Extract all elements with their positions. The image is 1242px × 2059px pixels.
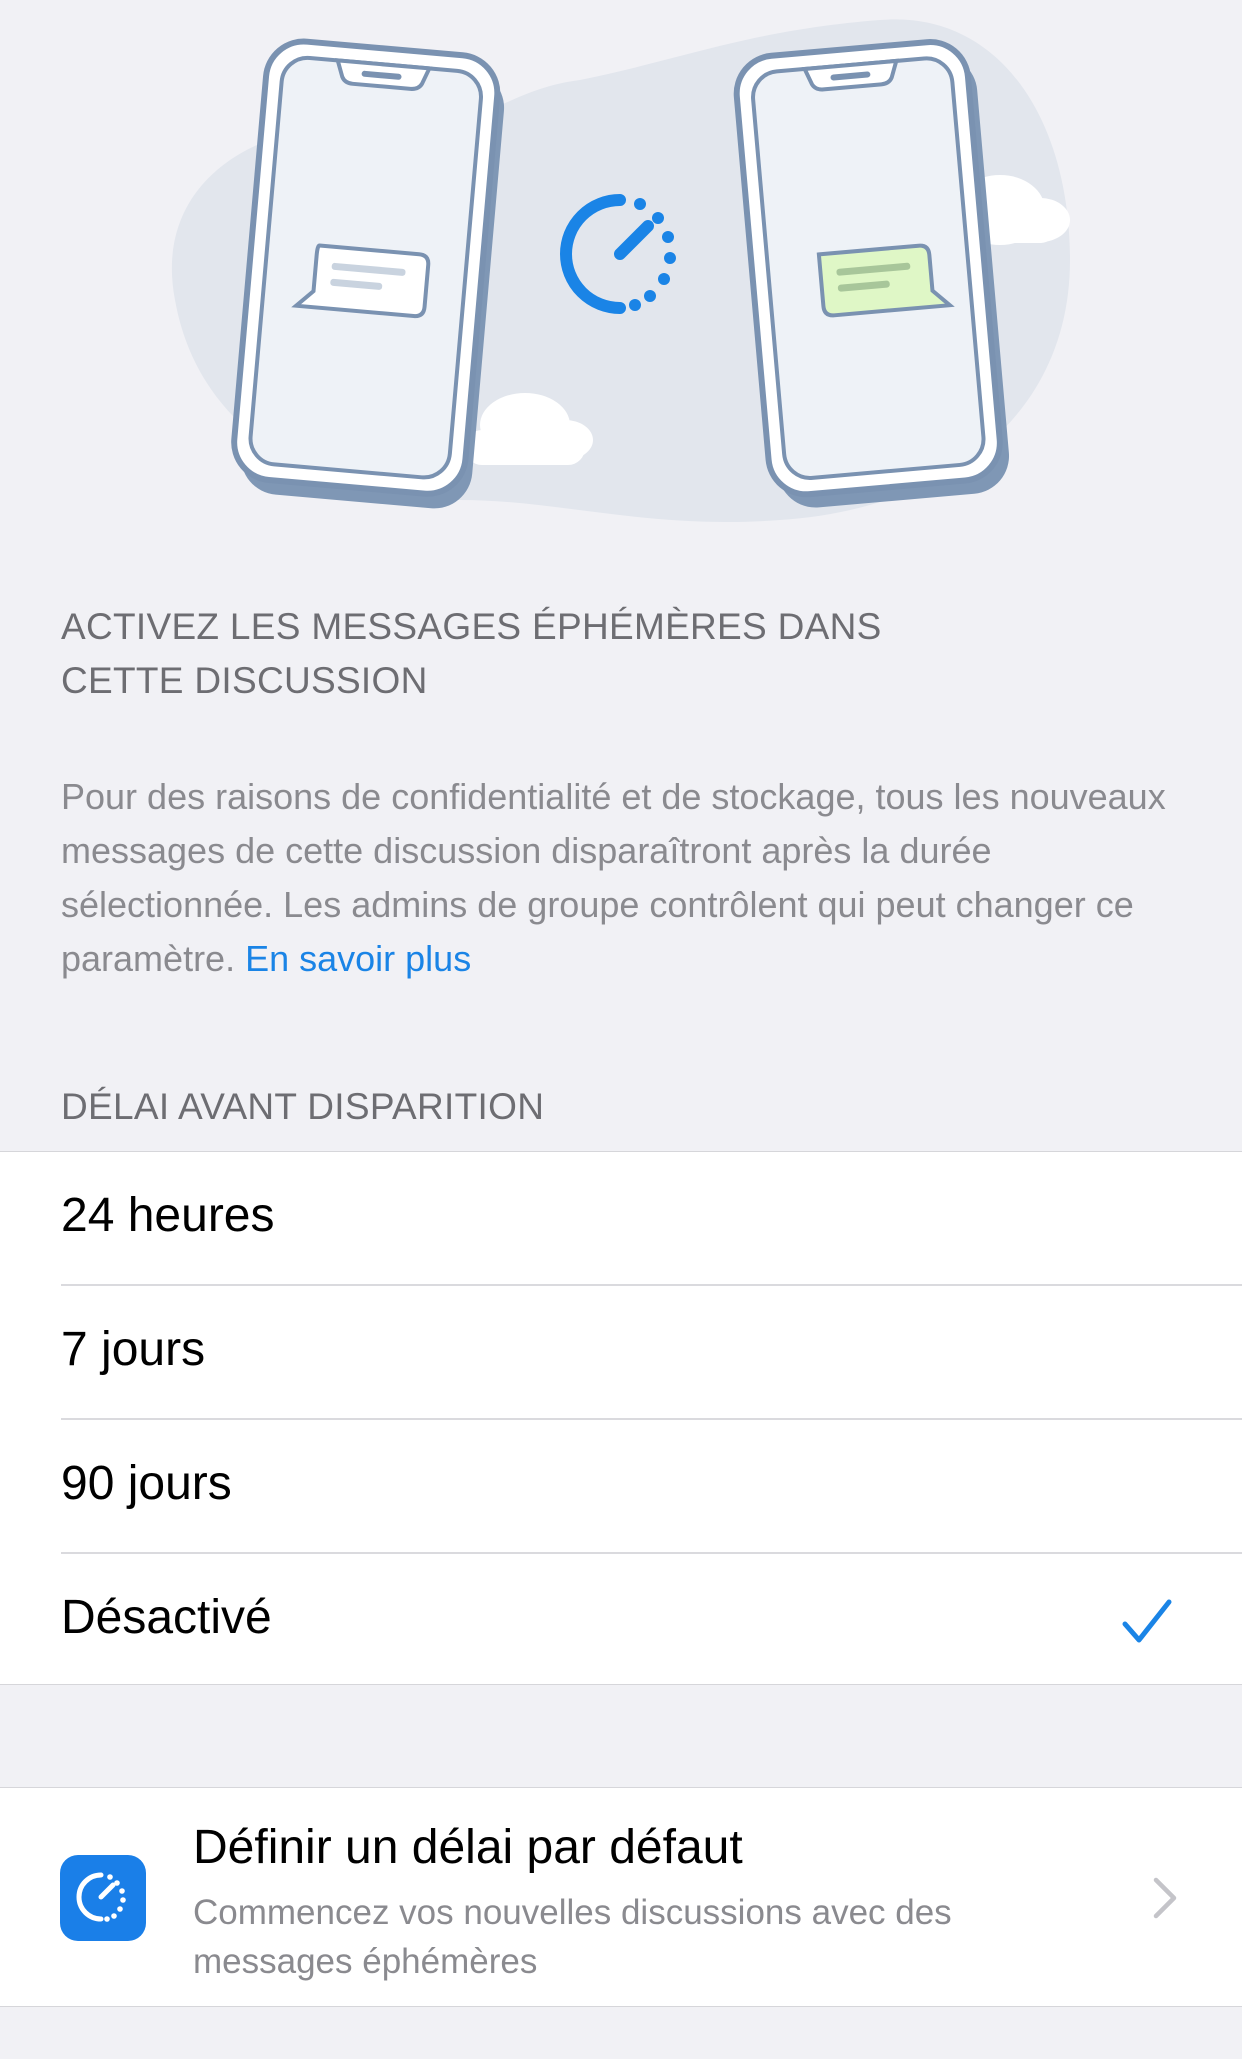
activate-section-header: ACTIVEZ LES MESSAGES ÉPHÉMÈRES DANS CETT… [61, 606, 882, 701]
ephemeral-description: Pour des raisons de confidentialité et d… [61, 770, 1181, 986]
ephemeral-messages-illustration [171, 19, 1070, 523]
default-timer-title: Définir un délai par défaut [193, 1821, 743, 1874]
right-phone-icon [733, 39, 1010, 508]
option-label: 90 jours [61, 1457, 232, 1510]
learn-more-link[interactable]: En savoir plus [245, 938, 471, 979]
chevron-right-icon [1153, 1877, 1177, 1919]
option-90-days[interactable]: 90 jours [61, 1420, 1242, 1554]
description-text: Pour des raisons de confidentialité et d… [61, 776, 1166, 979]
delay-section-header: DÉLAI AVANT DISPARITION [61, 1086, 545, 1127]
default-timer-row[interactable]: Définir un délai par défaut Commencez vo… [0, 1787, 1242, 2007]
option-label: 7 jours [61, 1323, 206, 1376]
option-7-days[interactable]: 7 jours [61, 1286, 1242, 1420]
option-label: Désactivé [61, 1591, 272, 1644]
left-phone-icon [231, 38, 505, 509]
delay-options-list: 24 heures 7 jours 90 jours Désactivé [0, 1151, 1242, 1685]
default-timer-subtitle: Commencez vos nouvelles discussions avec… [193, 1893, 952, 1981]
option-24-hours[interactable]: 24 heures [61, 1152, 1242, 1286]
timer-icon [60, 1855, 146, 1941]
option-off[interactable]: Désactivé [61, 1554, 1242, 1686]
option-label: 24 heures [61, 1189, 275, 1242]
checkmark-icon [1122, 1599, 1172, 1643]
